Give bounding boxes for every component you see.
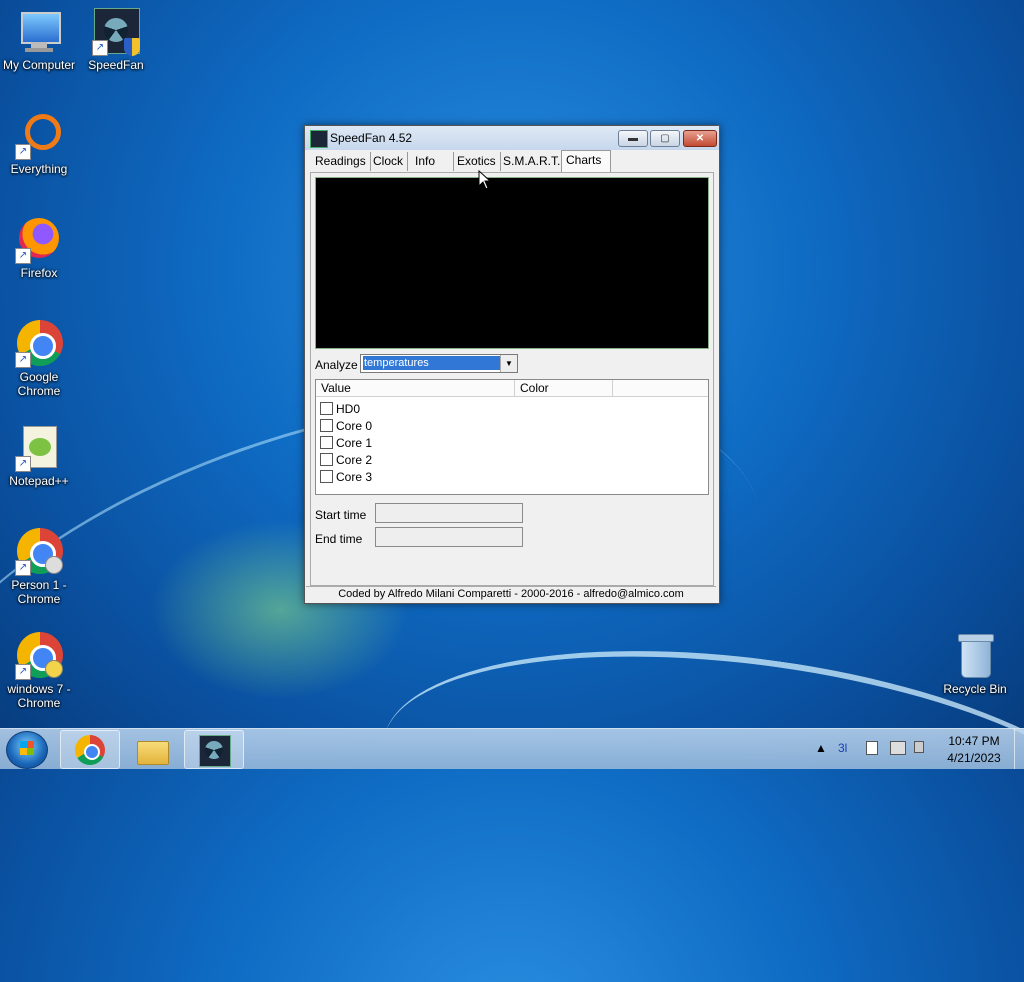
checkbox[interactable] (320, 436, 333, 449)
close-button[interactable]: ✕ (683, 130, 717, 147)
charts-panel: Analyze temperatures ▼ Value Color HD0 C… (310, 172, 714, 586)
shortcut-arrow-icon: ↗ (15, 664, 31, 680)
chrome-icon (75, 735, 105, 765)
column-header-color[interactable]: Color (515, 380, 613, 396)
desktop-icon-speedfan[interactable]: ↗ SpeedFan (74, 8, 158, 72)
window-titlebar[interactable]: SpeedFan 4.52 ▬ ▢ ✕ (305, 126, 719, 150)
desktop-icon-my-computer[interactable]: My Computer (0, 8, 81, 72)
list-item-label: HD0 (336, 402, 361, 416)
desktop-icon-person1-chrome[interactable]: ↗ Person 1 - Chrome (0, 528, 81, 606)
desktop-icon-label: Person 1 - Chrome (11, 578, 67, 606)
windows-logo-icon (20, 741, 34, 755)
mouse-cursor-icon (478, 170, 492, 190)
checkbox[interactable] (320, 470, 333, 483)
desktop-icon-label: Recycle Bin (943, 682, 1007, 696)
tab-clock[interactable]: Clock (369, 152, 409, 171)
start-time-label: Start time (315, 508, 367, 522)
list-item-label: Core 3 (336, 470, 373, 484)
column-header-value[interactable]: Value (316, 380, 515, 396)
chrome-icon: ↗ (15, 320, 63, 368)
desktop-icon-label: Everything (10, 162, 68, 176)
end-time-label: End time (315, 532, 363, 546)
window-title: SpeedFan 4.52 (330, 131, 413, 145)
firefox-icon: ↗ (15, 216, 63, 264)
checkbox[interactable] (320, 402, 333, 415)
chart-area (315, 177, 709, 349)
shortcut-arrow-icon: ↗ (15, 560, 31, 576)
desktop-icon-label: Firefox (20, 266, 58, 280)
start-button[interactable] (6, 731, 48, 769)
desktop-icon-notepadpp[interactable]: ↗ Notepad++ (0, 424, 81, 488)
action-center-flag-icon[interactable] (866, 741, 882, 757)
list-item[interactable]: Core 3 (320, 469, 372, 486)
end-time-field[interactable] (375, 527, 523, 547)
shortcut-arrow-icon: ↗ (15, 456, 31, 472)
shortcut-arrow-icon: ↗ (15, 352, 31, 368)
analyze-select[interactable]: temperatures ▼ (360, 354, 518, 373)
desktop-icon-label: Google Chrome (17, 370, 61, 398)
speedfan-icon (310, 130, 328, 148)
speedfan-icon: ↗ (92, 8, 140, 56)
show-desktop-button[interactable] (1014, 729, 1024, 769)
speedfan-window: SpeedFan 4.52 ▬ ▢ ✕ Readings Clock Info … (304, 125, 720, 604)
desktop-icon-firefox[interactable]: ↗ Firefox (0, 216, 81, 280)
tab-charts[interactable]: Charts (561, 150, 611, 172)
clock-date[interactable]: 4/21/2023 (946, 751, 1002, 791)
list-item-label: Core 1 (336, 436, 373, 450)
checkbox[interactable] (320, 453, 333, 466)
desktop-icon-label: Notepad++ (9, 474, 69, 488)
show-hidden-icons-button[interactable]: ▲ (815, 741, 827, 781)
desktop-icon-recycle-bin[interactable]: Recycle Bin (933, 632, 1017, 696)
maximize-button[interactable]: ▢ (650, 130, 680, 147)
shortcut-arrow-icon: ↗ (92, 40, 108, 56)
folder-icon (137, 735, 169, 765)
list-item[interactable]: Core 2 (320, 452, 372, 469)
tab-info[interactable]: Info (411, 152, 454, 171)
tab-readings[interactable]: Readings (311, 152, 371, 171)
chevron-down-icon[interactable]: ▼ (500, 355, 517, 372)
analyze-select-value: temperatures (363, 356, 500, 370)
network-icon[interactable] (890, 741, 906, 757)
recycle-bin-icon (951, 632, 999, 680)
desktop-icon-everything[interactable]: ↗ Everything (0, 112, 81, 176)
desktop-icon-label: My Computer (2, 58, 76, 72)
taskbar-chrome[interactable] (60, 730, 120, 769)
list-header: Value Color (316, 380, 708, 397)
taskbar-explorer[interactable] (122, 730, 182, 769)
list-item-label: Core 2 (336, 453, 373, 467)
taskbar-speedfan[interactable] (184, 730, 244, 769)
shortcut-arrow-icon: ↗ (15, 248, 31, 264)
volume-muted-icon[interactable] (914, 741, 930, 757)
analyze-label: Analyze (315, 358, 358, 372)
taskbar: ▲ 3l 10:47 PM 4/21/2023 (0, 728, 1024, 769)
desktop-icon-windows7-chrome[interactable]: ↗ windows 7 - Chrome (0, 632, 81, 710)
speedfan-icon (199, 735, 231, 767)
tab-smart[interactable]: S.M.A.R.T. (499, 152, 566, 171)
ime-indicator[interactable]: 3l (838, 741, 847, 781)
shortcut-arrow-icon: ↗ (15, 144, 31, 160)
desktop-icon-label: SpeedFan (88, 58, 144, 72)
my-computer-icon (15, 8, 63, 56)
chrome-profile-icon: ↗ (15, 632, 63, 680)
list-item-label: Core 0 (336, 419, 373, 433)
values-list: Value Color HD0 Core 0 Core 1 Core 2 Cor… (315, 379, 709, 495)
chrome-person-icon: ↗ (15, 528, 63, 576)
tab-exotics[interactable]: Exotics (453, 152, 501, 171)
checkbox[interactable] (320, 419, 333, 432)
desktop-icon-label: windows 7 - Chrome (7, 682, 71, 710)
list-item[interactable]: HD0 (320, 401, 360, 418)
list-item[interactable]: Core 1 (320, 435, 372, 452)
status-bar: Coded by Alfredo Milani Comparetti - 200… (306, 586, 716, 602)
list-item[interactable]: Core 0 (320, 418, 372, 435)
notepadpp-icon: ↗ (15, 424, 63, 472)
minimize-button[interactable]: ▬ (618, 130, 648, 147)
desktop-icon-google-chrome[interactable]: ↗ Google Chrome (0, 320, 81, 398)
start-time-field[interactable] (375, 503, 523, 523)
everything-icon: ↗ (15, 112, 63, 160)
